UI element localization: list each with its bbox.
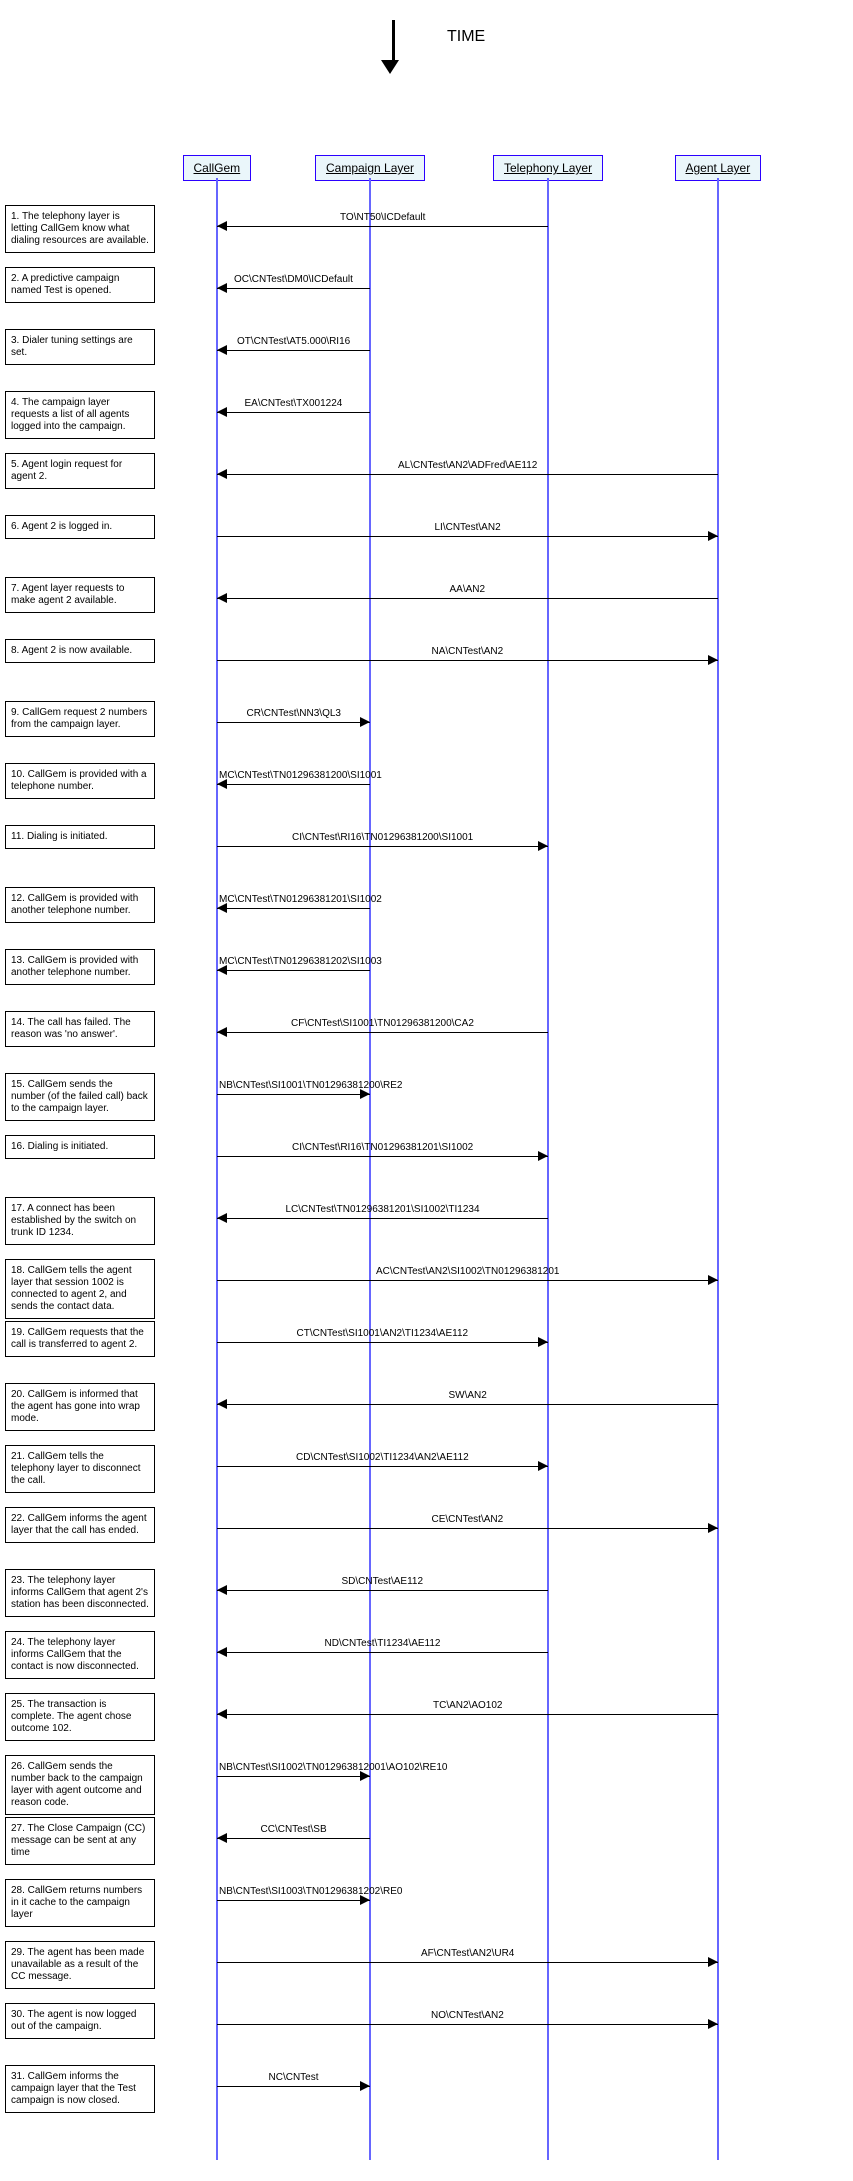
step-desc-2: 2. A predictive campaign named Test is o… (5, 267, 155, 303)
message-15: NB\CNTest\SI1001\TN01296381200\RE2 (217, 1082, 370, 1098)
message-label-4: EA\CNTest\TX001224 (245, 398, 343, 409)
message-label-1: TO\NT50\ICDefault (340, 212, 425, 223)
message-5: AL\CNTest\AN2\ADFred\AE112 (217, 462, 718, 478)
message-8: NA\CNTest\AN2 (217, 648, 718, 664)
message-21: CD\CNTest\SI1002\TI1234\AN2\AE112 (217, 1454, 548, 1470)
step-desc-22: 22. CallGem informs the agent layer that… (5, 1507, 155, 1543)
message-label-13: MC\CNTest\TN01296381202\SI1003 (219, 956, 382, 967)
message-2: OC\CNTest\DM0\ICDefault (217, 276, 370, 292)
message-label-24: ND\CNTest\TI1234\AE112 (325, 1638, 441, 1649)
message-label-2: OC\CNTest\DM0\ICDefault (234, 274, 353, 285)
step-desc-3: 3. Dialer tuning settings are set. (5, 329, 155, 365)
message-9: CR\CNTest\NN3\QL3 (217, 710, 370, 726)
message-label-30: NO\CNTest\AN2 (431, 2010, 504, 2021)
message-label-31: NC\CNTest (269, 2072, 319, 2083)
step-desc-13: 13. CallGem is provided with another tel… (5, 949, 155, 985)
message-14: CF\CNTest\SI1001\TN01296381200\CA2 (217, 1020, 548, 1036)
message-17: LC\CNTest\TN01296381201\SI1002\TI1234 (217, 1206, 548, 1222)
message-label-7: AA\AN2 (450, 584, 486, 595)
message-26: NB\CNTest\SI1002\TN012963812001\AO102\RE… (217, 1764, 370, 1780)
message-label-28: NB\CNTest\SI1003\TN01296381202\RE0 (219, 1886, 402, 1897)
step-desc-26: 26. CallGem sends the number back to the… (5, 1755, 155, 1815)
message-11: CI\CNTest\RI16\TN01296381200\SI1001 (217, 834, 548, 850)
message-label-8: NA\CNTest\AN2 (432, 646, 504, 657)
message-16: CI\CNTest\RI16\TN01296381201\SI1002 (217, 1144, 548, 1160)
message-30: NO\CNTest\AN2 (217, 2012, 718, 2028)
message-label-3: OT\CNTest\AT5.000\RI16 (237, 336, 350, 347)
message-label-23: SD\CNTest\AE112 (342, 1576, 424, 1587)
step-desc-31: 31. CallGem informs the campaign layer t… (5, 2065, 155, 2113)
step-desc-14: 14. The call has failed. The reason was … (5, 1011, 155, 1047)
message-20: SW\AN2 (217, 1392, 718, 1408)
step-desc-20: 20. CallGem is informed that the agent h… (5, 1383, 155, 1431)
message-31: NC\CNTest (217, 2074, 370, 2090)
step-desc-23: 23. The telephony layer informs CallGem … (5, 1569, 155, 1617)
step-desc-30: 30. The agent is now logged out of the c… (5, 2003, 155, 2039)
step-desc-1: 1. The telephony layer is letting CallGe… (5, 205, 155, 253)
sequence-diagram: TIME CallGemCampaign LayerTelephony Laye… (0, 0, 853, 2181)
message-4: EA\CNTest\TX001224 (217, 400, 370, 416)
step-desc-10: 10. CallGem is provided with a telephone… (5, 763, 155, 799)
message-19: CT\CNTest\SI1001\AN2\TI1234\AE112 (217, 1330, 548, 1346)
message-1: TO\NT50\ICDefault (217, 214, 548, 230)
step-desc-6: 6. Agent 2 is logged in. (5, 515, 155, 539)
message-label-26: NB\CNTest\SI1002\TN012963812001\AO102\RE… (219, 1762, 447, 1773)
message-label-6: LI\CNTest\AN2 (435, 522, 501, 533)
message-24: ND\CNTest\TI1234\AE112 (217, 1640, 548, 1656)
step-desc-18: 18. CallGem tells the agent layer that s… (5, 1259, 155, 1319)
message-label-11: CI\CNTest\RI16\TN01296381200\SI1001 (292, 832, 473, 843)
message-label-27: CC\CNTest\SB (261, 1824, 327, 1835)
message-23: SD\CNTest\AE112 (217, 1578, 548, 1594)
step-desc-21: 21. CallGem tells the telephony layer to… (5, 1445, 155, 1493)
message-6: LI\CNTest\AN2 (217, 524, 718, 540)
message-label-19: CT\CNTest\SI1001\AN2\TI1234\AE112 (297, 1328, 469, 1339)
message-label-25: TC\AN2\AO102 (433, 1700, 502, 1711)
message-12: MC\CNTest\TN01296381201\SI1002 (217, 896, 370, 912)
message-label-10: MC\CNTest\TN01296381200\SI1001 (219, 770, 382, 781)
message-label-15: NB\CNTest\SI1001\TN01296381200\RE2 (219, 1080, 402, 1091)
message-27: CC\CNTest\SB (217, 1826, 370, 1842)
step-desc-28: 28. CallGem returns numbers in it cache … (5, 1879, 155, 1927)
time-label: TIME (447, 28, 485, 46)
message-label-22: CE\CNTest\AN2 (432, 1514, 504, 1525)
message-label-12: MC\CNTest\TN01296381201\SI1002 (219, 894, 382, 905)
step-desc-17: 17. A connect has been established by th… (5, 1197, 155, 1245)
step-desc-16: 16. Dialing is initiated. (5, 1135, 155, 1159)
message-18: AC\CNTest\AN2\SI1002\TN01296381201 (217, 1268, 718, 1284)
message-10: MC\CNTest\TN01296381200\SI1001 (217, 772, 370, 788)
message-3: OT\CNTest\AT5.000\RI16 (217, 338, 370, 354)
message-label-29: AF\CNTest\AN2\UR4 (421, 1948, 514, 1959)
message-label-21: CD\CNTest\SI1002\TI1234\AN2\AE112 (296, 1452, 469, 1463)
step-desc-19: 19. CallGem requests that the call is tr… (5, 1321, 155, 1357)
message-label-17: LC\CNTest\TN01296381201\SI1002\TI1234 (286, 1204, 480, 1215)
message-label-5: AL\CNTest\AN2\ADFred\AE112 (398, 460, 537, 471)
message-label-18: AC\CNTest\AN2\SI1002\TN01296381201 (376, 1266, 559, 1277)
step-desc-12: 12. CallGem is provided with another tel… (5, 887, 155, 923)
time-arrow-icon (388, 20, 399, 74)
message-7: AA\AN2 (217, 586, 718, 602)
step-desc-27: 27. The Close Campaign (CC) message can … (5, 1817, 155, 1865)
message-13: MC\CNTest\TN01296381202\SI1003 (217, 958, 370, 974)
message-29: AF\CNTest\AN2\UR4 (217, 1950, 718, 1966)
step-desc-11: 11. Dialing is initiated. (5, 825, 155, 849)
step-desc-5: 5. Agent login request for agent 2. (5, 453, 155, 489)
message-label-20: SW\AN2 (449, 1390, 487, 1401)
step-desc-29: 29. The agent has been made unavailable … (5, 1941, 155, 1989)
step-desc-7: 7. Agent layer requests to make agent 2 … (5, 577, 155, 613)
message-label-9: CR\CNTest\NN3\QL3 (247, 708, 341, 719)
step-desc-4: 4. The campaign layer requests a list of… (5, 391, 155, 439)
step-desc-15: 15. CallGem sends the number (of the fai… (5, 1073, 155, 1121)
step-desc-24: 24. The telephony layer informs CallGem … (5, 1631, 155, 1679)
message-label-14: CF\CNTest\SI1001\TN01296381200\CA2 (291, 1018, 474, 1029)
message-label-16: CI\CNTest\RI16\TN01296381201\SI1002 (292, 1142, 473, 1153)
message-25: TC\AN2\AO102 (217, 1702, 718, 1718)
message-28: NB\CNTest\SI1003\TN01296381202\RE0 (217, 1888, 370, 1904)
message-22: CE\CNTest\AN2 (217, 1516, 718, 1532)
step-desc-8: 8. Agent 2 is now available. (5, 639, 155, 663)
step-desc-9: 9. CallGem request 2 numbers from the ca… (5, 701, 155, 737)
step-desc-25: 25. The transaction is complete. The age… (5, 1693, 155, 1741)
